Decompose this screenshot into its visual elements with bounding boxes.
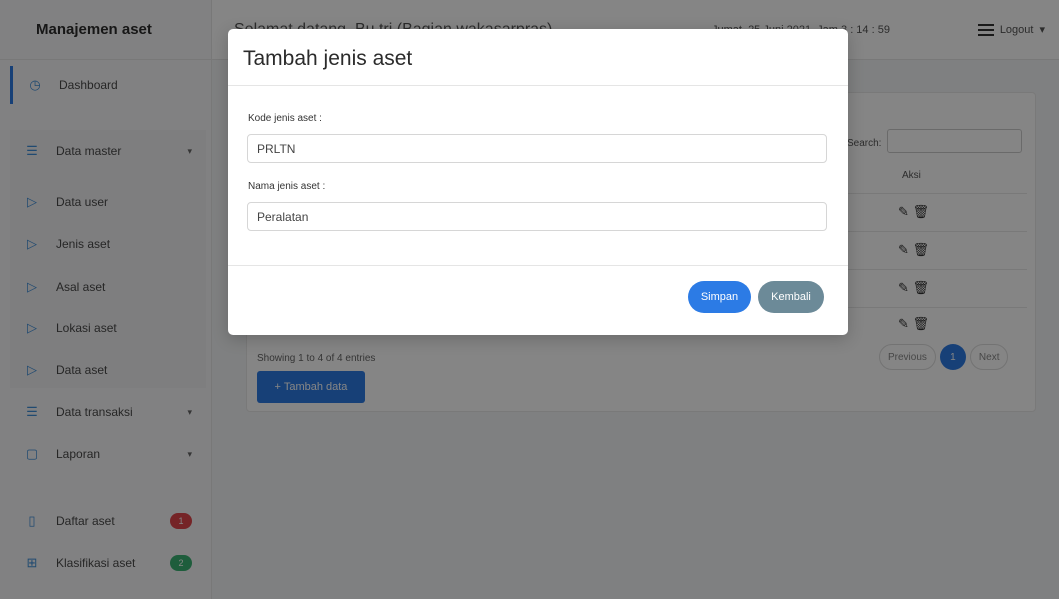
modal-header-divider	[228, 85, 848, 86]
kode-jenis-aset-input[interactable]	[247, 134, 827, 163]
nama-jenis-aset-input[interactable]	[247, 202, 827, 231]
simpan-button[interactable]: Simpan	[688, 281, 751, 313]
modal-footer-divider	[228, 265, 848, 266]
nama-jenis-aset-label: Nama jenis aset :	[248, 181, 326, 192]
add-asset-type-modal: Tambah jenis aset Kode jenis aset : Nama…	[228, 29, 848, 335]
kembali-button[interactable]: Kembali	[758, 281, 824, 313]
kode-jenis-aset-label: Kode jenis aset :	[248, 113, 322, 124]
modal-title: Tambah jenis aset	[243, 47, 413, 70]
